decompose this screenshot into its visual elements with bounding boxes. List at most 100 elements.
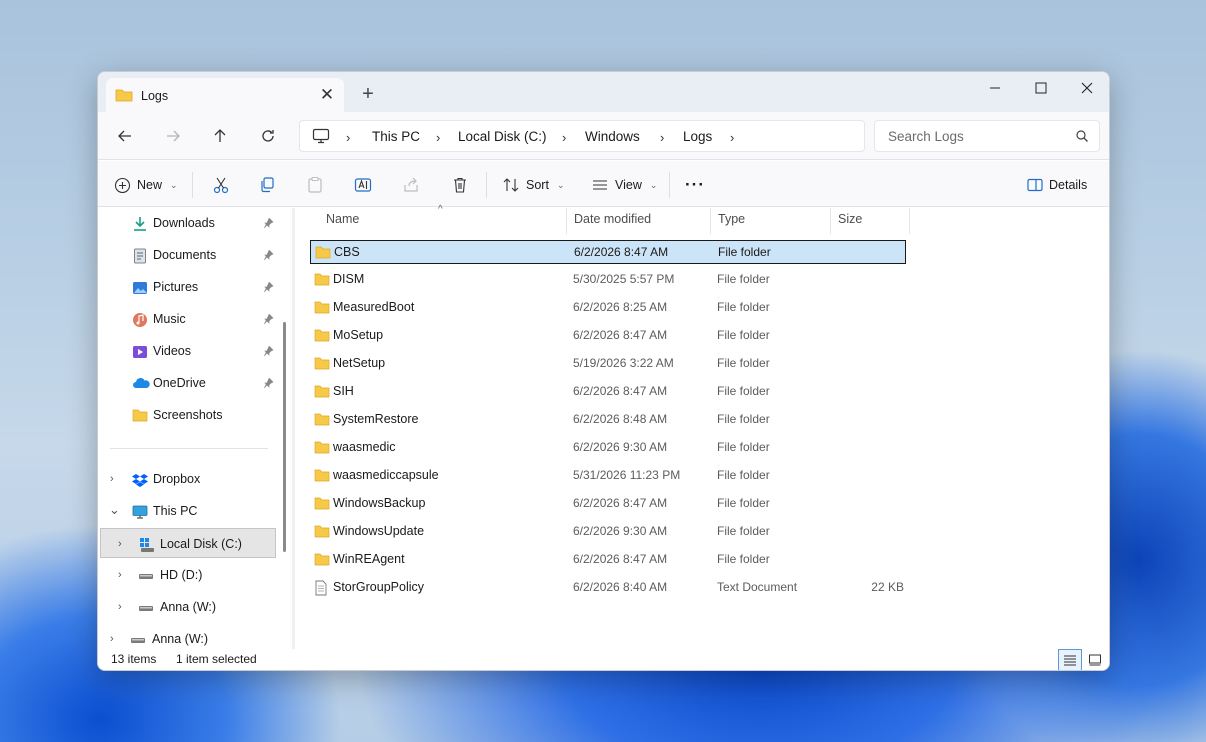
more-options-button[interactable]: ··· — [685, 174, 705, 196]
sidebar-item-documents[interactable]: Documents — [98, 240, 276, 270]
file-row[interactable]: WinREAgent 6/2/2026 8:47 AM File folder — [310, 548, 906, 572]
forward-button[interactable] — [157, 122, 189, 150]
copy-button[interactable] — [258, 174, 276, 196]
pin-icon[interactable] — [262, 249, 274, 264]
breadcrumb-local-disk[interactable]: Local Disk (C:) — [458, 129, 547, 144]
column-divider[interactable] — [710, 208, 711, 234]
sidebar-item-anna-w[interactable]: › Anna (W:) — [98, 624, 276, 649]
file-row[interactable]: NetSetup 5/19/2026 3:22 AM File folder — [310, 352, 906, 376]
tab-logs[interactable]: Logs ✕ — [106, 78, 344, 112]
new-tab-button[interactable]: + — [356, 84, 380, 106]
column-divider[interactable] — [909, 208, 910, 234]
file-type: File folder — [718, 245, 771, 259]
sidebar-item-anna-w[interactable]: › Anna (W:) — [98, 592, 276, 622]
sidebar-item-downloads[interactable]: Downloads — [98, 208, 276, 238]
column-divider[interactable] — [830, 208, 831, 234]
file-row[interactable]: waasmediccapsule 5/31/2026 11:23 PM File f… — [310, 464, 906, 488]
cut-button[interactable] — [212, 174, 230, 196]
column-size[interactable]: Size — [838, 212, 862, 226]
paste-button[interactable] — [306, 174, 324, 196]
file-name: CBS — [334, 245, 360, 259]
sidebar-item-label: Videos — [153, 344, 191, 358]
file-name: WindowsUpdate — [333, 524, 425, 538]
file-row[interactable]: SIH 6/2/2026 8:47 AM File folder — [310, 380, 906, 404]
address-bar[interactable]: › This PC › Local Disk (C:) › Windows › … — [299, 120, 865, 152]
delete-button[interactable] — [451, 174, 469, 196]
file-row[interactable]: MoSetup 6/2/2026 8:47 AM File folder — [310, 324, 906, 348]
scissors-icon — [213, 177, 229, 194]
column-type[interactable]: Type — [718, 212, 745, 226]
breadcrumb-windows[interactable]: Windows — [585, 129, 640, 144]
pin-icon[interactable] — [262, 313, 274, 328]
column-divider[interactable] — [566, 208, 567, 234]
details-view-button[interactable] — [1058, 649, 1082, 670]
file-date-modified: 6/2/2026 8:47 AM — [574, 245, 669, 259]
pin-icon[interactable] — [262, 217, 274, 232]
sidebar-item-label: HD (D:) — [160, 568, 203, 582]
folder-icon — [314, 272, 330, 289]
sidebar-item-label: Dropbox — [153, 472, 201, 486]
file-date-modified: 5/19/2026 3:22 AM — [573, 356, 674, 370]
expand-chevron-icon[interactable]: › — [118, 569, 122, 581]
expand-chevron-icon[interactable]: › — [118, 538, 122, 550]
breadcrumb-logs[interactable]: Logs — [683, 129, 712, 144]
sidebar-scrollbar[interactable] — [283, 322, 286, 552]
trash-icon — [454, 177, 466, 193]
new-button[interactable]: New ⌄ — [114, 174, 178, 196]
pin-icon[interactable] — [262, 377, 274, 392]
breadcrumb-separator: › — [346, 130, 351, 145]
file-row[interactable]: WindowsBackup 6/2/2026 8:47 AM File folder — [310, 492, 906, 516]
sidebar-item-pictures[interactable]: Pictures — [98, 272, 276, 302]
sidebar-item-local-disk-c[interactable]: › Local Disk (C:) — [100, 528, 276, 558]
sidebar-item-music[interactable]: Music — [98, 304, 276, 334]
file-row[interactable]: SystemRestore 6/2/2026 8:48 AM File folder — [310, 408, 906, 432]
column-name[interactable]: Name — [326, 212, 359, 226]
folder-icon — [314, 552, 330, 569]
details-pane-button[interactable]: Details — [1027, 174, 1087, 196]
breadcrumb-separator: › — [436, 130, 441, 145]
rename-button[interactable] — [354, 174, 372, 196]
title-bar: Logs ✕ + — [98, 72, 1109, 112]
close-window-button[interactable] — [1064, 74, 1109, 102]
navigation-pane: Downloads Documents Pictures Music Video… — [98, 208, 292, 649]
sidebar-item-label: Downloads — [153, 216, 215, 230]
selection-count: 1 item selected — [176, 652, 257, 666]
search-box[interactable]: Search Logs — [874, 120, 1100, 152]
file-row[interactable]: StorGroupPolicy 6/2/2026 8:40 AM Text Docu… — [310, 576, 906, 600]
expand-chevron-icon[interactable]: › — [118, 601, 122, 613]
close-tab-button[interactable]: ✕ — [317, 85, 337, 105]
sidebar-item-this-pc[interactable]: ⌄ This PC — [98, 496, 276, 526]
folder-icon — [115, 88, 133, 105]
file-row[interactable]: waasmedic 6/2/2026 9:30 AM File folder — [310, 436, 906, 460]
expand-chevron-icon[interactable]: › — [110, 633, 114, 645]
column-date-modified[interactable]: Date modified — [574, 212, 651, 226]
view-button[interactable]: View ⌄ — [591, 174, 657, 196]
sidebar-item-videos[interactable]: Videos — [98, 336, 276, 366]
collapse-chevron-icon[interactable]: ⌄ — [109, 502, 120, 518]
pin-icon[interactable] — [262, 345, 274, 360]
expand-chevron-icon[interactable]: › — [110, 473, 114, 485]
file-row[interactable]: WindowsUpdate 6/2/2026 9:30 AM File folder — [310, 520, 906, 544]
sidebar-item-onedrive[interactable]: OneDrive — [98, 368, 276, 398]
dropbox-icon — [132, 472, 148, 488]
file-row[interactable]: CBS 6/2/2026 8:47 AM File folder — [310, 240, 906, 264]
refresh-button[interactable] — [252, 122, 284, 150]
file-list: ^ Name Date modified Type Size CBS 6/2/20… — [295, 204, 1109, 649]
file-date-modified: 6/2/2026 8:47 AM — [573, 552, 668, 566]
up-button[interactable] — [204, 122, 236, 150]
sidebar-item-screenshots[interactable]: Screenshots — [98, 400, 276, 430]
share-button[interactable] — [402, 174, 420, 196]
file-row[interactable]: DISM 5/30/2025 5:57 PM File folder — [310, 268, 906, 292]
large-icons-view-button[interactable] — [1083, 649, 1107, 670]
file-name: WinREAgent — [333, 552, 405, 566]
sidebar-item-hd-d[interactable]: › HD (D:) — [98, 560, 276, 590]
breadcrumb-this-pc[interactable]: This PC — [372, 129, 420, 144]
pin-icon[interactable] — [262, 281, 274, 296]
maximize-button[interactable] — [1018, 74, 1064, 102]
back-button[interactable] — [109, 122, 141, 150]
sort-label: Sort — [526, 178, 549, 192]
file-row[interactable]: MeasuredBoot 6/2/2026 8:25 AM File folder — [310, 296, 906, 320]
sort-button[interactable]: Sort ⌄ — [502, 174, 564, 196]
sidebar-item-dropbox[interactable]: › Dropbox — [98, 464, 276, 494]
minimize-button[interactable] — [972, 74, 1018, 102]
